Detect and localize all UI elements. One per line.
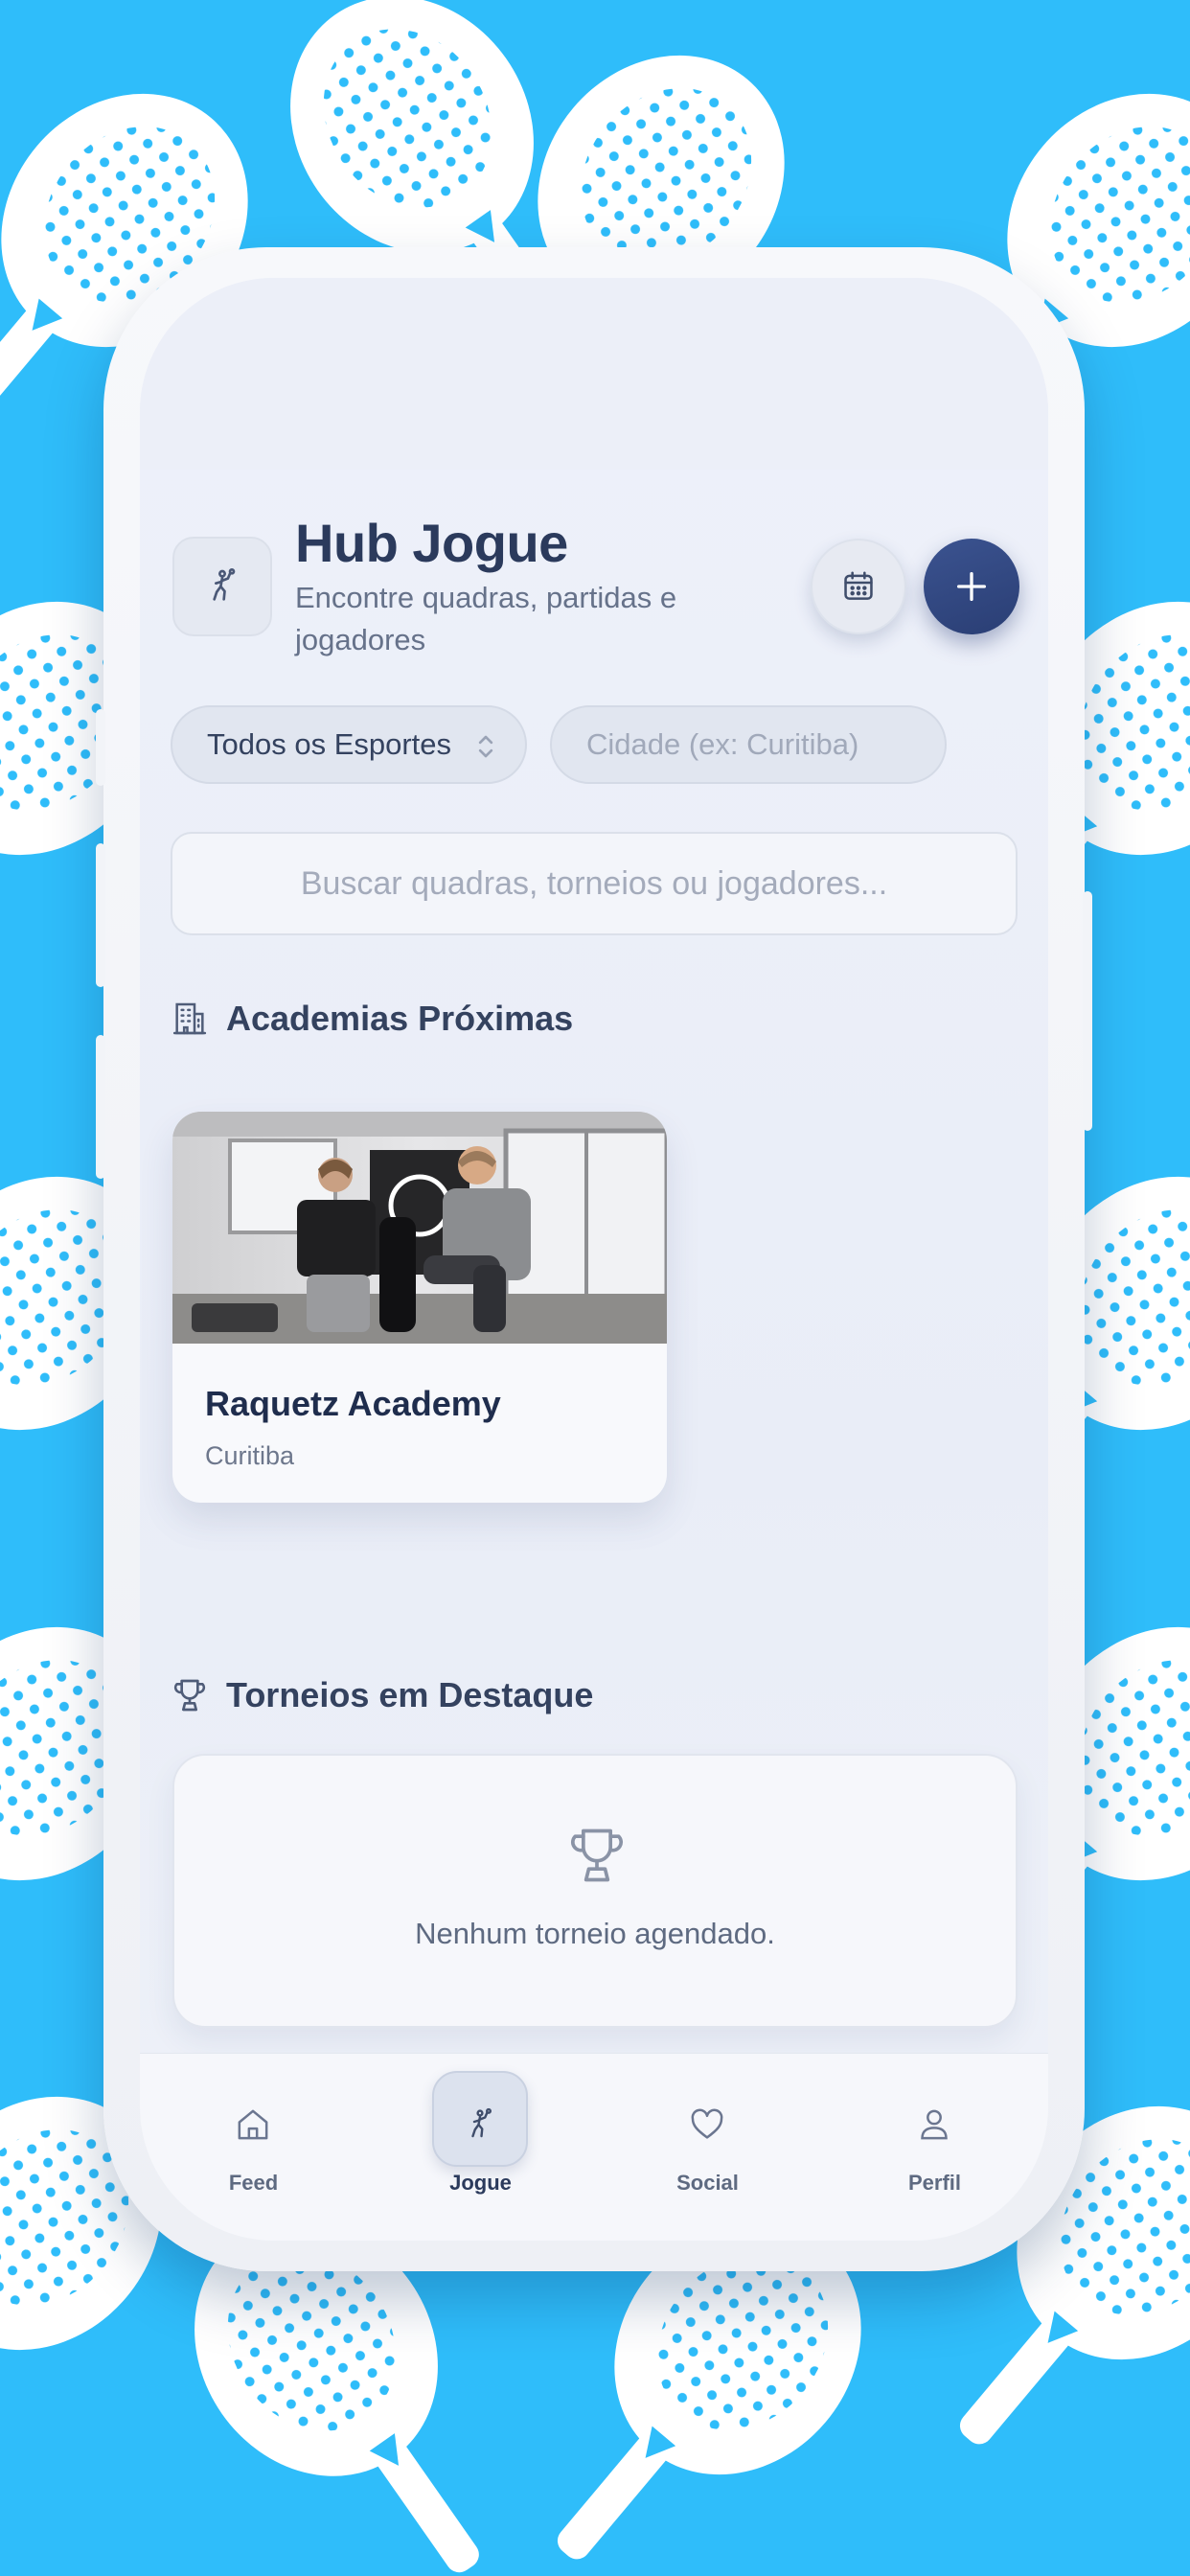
phone-volume-down [96, 1035, 105, 1179]
building-icon [172, 1002, 207, 1035]
phone-screen: Hub Jogue Encontre quadras, partidas e j… [140, 278, 1048, 2241]
tab-jogue-label: Jogue [449, 2171, 512, 2195]
tennis-player-icon [213, 567, 236, 601]
academy-card[interactable]: Raquetz Academy Curitiba [172, 1112, 667, 1503]
tab-perfil-label: Perfil [907, 2171, 962, 2195]
page-title: Hub Jogue [295, 513, 568, 573]
calendar-icon [844, 571, 873, 600]
tab-jogue[interactable]: Jogue [367, 2054, 594, 2241]
plus-icon [957, 572, 986, 601]
city-filter-input[interactable]: Cidade (ex: Curitiba) [550, 705, 947, 784]
status-bar-area [140, 278, 1048, 470]
tournaments-section-title: Torneios em Destaque [226, 1675, 594, 1714]
home-icon [232, 2104, 274, 2146]
phone-volume-up [96, 843, 105, 987]
chevron-up-down-icon [478, 735, 493, 758]
add-button[interactable] [924, 539, 1019, 634]
academy-photo [172, 1112, 667, 1344]
academies-section-title: Academias Próximas [226, 999, 574, 1038]
app-logo [172, 537, 272, 636]
tournaments-section-header: Torneios em Destaque [171, 1675, 593, 1715]
tab-social[interactable]: Social [594, 2054, 821, 2241]
tab-feed-label: Feed [228, 2171, 279, 2195]
search-placeholder: Buscar quadras, torneios ou jogadores... [300, 864, 888, 902]
phone-side-button [96, 709, 105, 786]
sport-filter-label: Todos os Esportes [207, 727, 452, 761]
trophy-icon [173, 1679, 206, 1712]
academy-city: Curitiba [205, 1441, 295, 1470]
tab-feed[interactable]: Feed [140, 2054, 367, 2241]
page-subtitle: Encontre quadras, partidas e jogadores [295, 581, 677, 656]
sport-filter-select[interactable]: Todos os Esportes [171, 705, 527, 784]
city-filter-placeholder: Cidade (ex: Curitiba) [586, 727, 859, 761]
academies-section-header: Academias Próximas [171, 999, 573, 1039]
phone-power-button [1083, 891, 1092, 1131]
trophy-icon [570, 1828, 624, 1882]
heart-icon [686, 2104, 728, 2146]
tennis-player-icon [459, 2104, 501, 2146]
academy-name: Raquetz Academy [205, 1384, 501, 1423]
tournaments-empty-text: Nenhum torneio agendado. [415, 1917, 775, 1950]
search-input[interactable]: Buscar quadras, torneios ou jogadores... [171, 832, 1018, 935]
tournaments-empty-state: Nenhum torneio agendado. [172, 1754, 1018, 2028]
tab-social-label: Social [676, 2171, 739, 2195]
calendar-button[interactable] [811, 539, 906, 634]
tab-perfil[interactable]: Perfil [821, 2054, 1048, 2241]
bottom-tab-bar: Feed Jogue Social Perfil [140, 2053, 1048, 2241]
user-icon [913, 2104, 955, 2146]
